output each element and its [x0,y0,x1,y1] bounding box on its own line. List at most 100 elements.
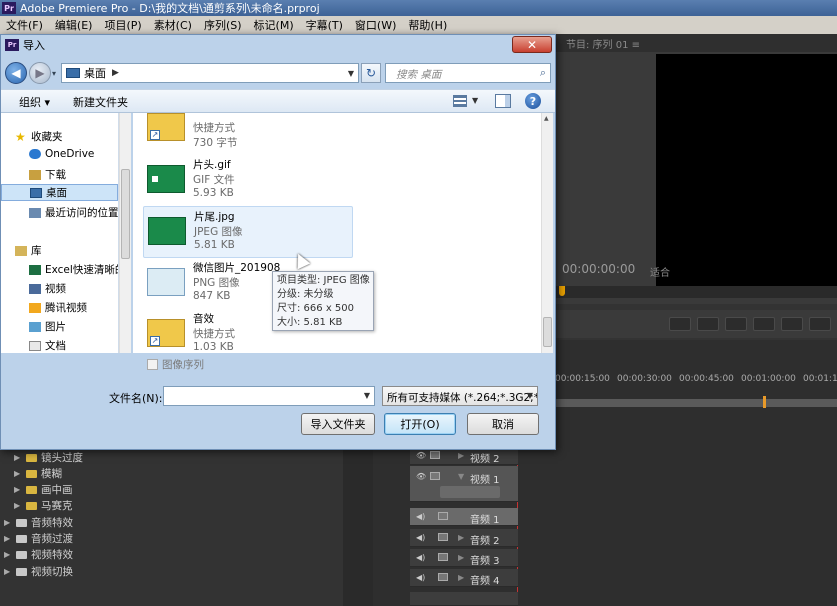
nav-libraries[interactable]: 库 [15,243,42,258]
scrollbar-thumb[interactable] [121,169,130,259]
speaker-icon[interactable]: ◀) [416,573,425,582]
play-button[interactable] [809,317,831,331]
menu-title[interactable]: 字幕(T) [300,17,349,33]
filter-dropdown-icon[interactable]: ▼ [527,391,533,400]
lock-icon[interactable] [438,533,448,541]
track-audio-3[interactable]: ◀) ▶ 音频 3 [410,549,518,567]
file-item[interactable]: 片头.gif GIF 文件 5.93 KB [143,155,353,207]
menu-help[interactable]: 帮助(H) [402,17,453,33]
program-monitor-screen[interactable] [656,54,837,289]
mark-in-button[interactable] [697,317,719,331]
expand-icon[interactable]: ▼ [458,472,464,481]
filename-field[interactable]: ▼ [163,386,375,406]
step-back-button[interactable] [781,317,803,331]
film-icon[interactable] [430,472,440,480]
expand-icon[interactable]: ▶ [458,553,464,562]
go-to-in-button[interactable] [753,317,775,331]
effects-folder[interactable]: ▶ 音频过渡 [4,531,73,546]
work-area-bar[interactable] [555,396,837,408]
navigation-scrollbar[interactable] [119,113,131,353]
speaker-icon[interactable]: ◀) [416,533,425,542]
lock-icon[interactable] [438,573,448,581]
lock-icon[interactable] [438,512,448,520]
view-dropdown-icon[interactable]: ▼ [472,96,478,105]
file-type-filter[interactable]: 所有可支持媒体 (*.264;*.3G2;* ▼ [382,386,538,406]
menu-window[interactable]: 窗口(W) [349,17,402,33]
refresh-icon[interactable]: ↻ [361,63,381,83]
expand-icon[interactable]: ▶ [14,501,22,510]
menu-project[interactable]: 项目(P) [98,17,147,33]
file-item[interactable]: ↗ 快捷方式 730 字节 [143,113,353,155]
speaker-icon[interactable]: ◀) [416,553,425,562]
menu-edit[interactable]: 编辑(E) [49,17,99,33]
close-button[interactable]: ✕ [512,36,552,53]
scrollbar-thumb[interactable] [543,317,552,347]
menu-clip[interactable]: 素材(C) [148,17,198,33]
nav-pictures[interactable]: 图片 [29,319,66,334]
timeline-ruler[interactable]: 00:00:15:00 00:00:30:00 00:00:45:00 00:0… [555,374,837,388]
nav-documents[interactable]: 文档 [29,338,66,353]
track-audio-2[interactable]: ◀) ▶ 音频 2 [410,529,518,547]
address-dropdown-icon[interactable]: ▼ [348,69,354,78]
nav-video[interactable]: 视频 [29,281,66,296]
open-button[interactable]: 打开(O) [384,413,456,435]
nav-favorites[interactable]: ★ 收藏夹 [15,129,63,144]
cancel-button[interactable]: 取消 [467,413,539,435]
new-folder-button[interactable]: 新建文件夹 [73,94,128,110]
expand-icon[interactable]: ▶ [458,573,464,582]
history-dropdown-icon[interactable]: ▾ [52,69,56,78]
nav-recent[interactable]: 最近访问的位置 [29,205,118,220]
effects-folder[interactable]: ▶ 视频特效 [4,547,73,562]
breadcrumb-desktop[interactable]: 桌面 [84,65,106,81]
forward-arrow-icon[interactable]: ▶ [29,62,51,84]
program-monitor-tab[interactable]: 节目: 序列 01 ≡ [556,34,837,52]
effects-folder[interactable]: ▶ 视频切换 [4,564,73,579]
film-icon[interactable] [430,451,440,459]
effects-folder[interactable]: ▶ 音频特效 [4,515,73,530]
expand-icon[interactable]: ▶ [4,567,12,576]
effects-folder[interactable]: ▶ 画中画 [14,482,73,497]
view-options-icon[interactable] [453,95,467,107]
nav-downloads[interactable]: 下载 [29,167,66,182]
work-area-end-handle[interactable] [763,396,766,408]
expand-icon[interactable]: ▶ [458,451,464,460]
expand-icon[interactable]: ▶ [14,469,22,478]
menu-marker[interactable]: 标记(M) [248,17,300,33]
effects-folder[interactable]: ▶ 模糊 [14,466,62,481]
breadcrumb-chevron-icon[interactable]: ▶ [112,68,119,78]
nav-onedrive[interactable]: OneDrive [29,148,94,160]
monitor-time-ruler[interactable] [556,286,837,298]
image-sequence-checkbox[interactable] [147,359,158,370]
address-bar[interactable]: 桌面 ▶ ▼ [61,63,359,83]
add-marker-button[interactable] [669,317,691,331]
fit-dropdown[interactable]: 适合 [650,264,670,279]
nav-excel[interactable]: Excel快速清晰的 [29,262,118,277]
scroll-up-icon[interactable]: ▲ [544,115,549,122]
expand-icon[interactable]: ▶ [4,550,12,559]
eye-icon[interactable]: 👁 [416,451,426,460]
nav-desktop[interactable]: 桌面 [1,184,118,201]
expand-icon[interactable]: ▶ [14,453,22,462]
expand-icon[interactable]: ▶ [458,533,464,542]
help-icon[interactable]: ? [525,93,541,109]
import-folder-button[interactable]: 导入文件夹 [301,413,375,435]
dialog-title-bar[interactable]: Pr 导入 ✕ [1,35,555,55]
filename-dropdown-icon[interactable]: ▼ [364,391,370,400]
nav-tencent-video[interactable]: 腾讯视频 [29,300,87,315]
eye-icon[interactable]: 👁 [416,472,426,481]
file-item[interactable]: 片尾.jpg JPEG 图像 5.81 KB [143,206,353,258]
effects-folder[interactable]: ▶ 镜头过度 [14,450,83,465]
track-audio-5[interactable] [410,592,518,606]
monitor-playhead[interactable] [559,286,565,296]
search-icon[interactable]: ⌕ [540,66,546,80]
preview-pane-icon[interactable] [495,94,511,108]
organize-button[interactable]: 组织 ▾ [19,94,50,110]
search-input[interactable]: 搜索 桌面 ⌕ [385,63,551,83]
lock-icon[interactable] [438,553,448,561]
mark-out-button[interactable] [725,317,747,331]
effects-folder[interactable]: ▶ 马赛克 [14,498,73,513]
expand-icon[interactable]: ▶ [4,518,12,527]
track-audio-4[interactable]: ◀) ▶ 音频 4 [410,569,518,587]
menu-sequence[interactable]: 序列(S) [198,17,248,33]
expand-icon[interactable]: ▶ [14,485,22,494]
